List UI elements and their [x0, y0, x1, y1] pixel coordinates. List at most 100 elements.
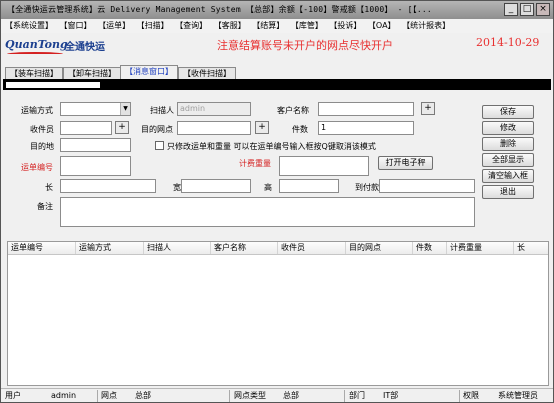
menu-bar: 【系统设置】 【窗口】 【运单】 【扫描】 【查询】 【客服】 【结算】 【库管… — [1, 19, 553, 33]
cod-label: 到付款 — [355, 183, 379, 192]
pieces-value: 1 — [321, 123, 327, 132]
menu-waybill[interactable]: 【运单】 — [98, 19, 130, 33]
transport-select[interactable]: ▼ — [60, 102, 131, 116]
status-perm-value: 系统管理员 — [498, 391, 538, 400]
column-header-waybill[interactable]: 运单编号 — [8, 242, 76, 254]
dest-point-label: 目的网点 — [141, 125, 173, 134]
column-header-weight[interactable]: 计费重量 — [447, 242, 514, 254]
menu-customer-service[interactable]: 【客服】 — [214, 19, 246, 33]
exit-button[interactable]: 退出 — [482, 185, 534, 199]
weight-label: 计费重量 — [239, 159, 271, 168]
message-bar — [3, 79, 551, 90]
menu-warehouse[interactable]: 【库管】 — [291, 19, 323, 33]
close-icon[interactable]: × — [536, 3, 550, 16]
table-header: 运单编号 运输方式 扫描人 客户名称 收件员 目的网点 件数 计费重量 长 — [8, 242, 548, 255]
status-point-type-value: 总部 — [283, 391, 299, 400]
add-dest-point-button[interactable]: + — [255, 121, 269, 134]
tab-unloading-scan[interactable]: 【卸车扫描】 — [63, 67, 121, 79]
courier-label: 收件员 — [30, 125, 54, 134]
notice-text: 注意结算账号未开户的网点尽快开户 — [217, 39, 393, 52]
courier-field[interactable] — [60, 121, 112, 135]
status-user-label: 用户 — [5, 391, 21, 400]
status-separator — [229, 390, 230, 402]
destination-field[interactable] — [60, 138, 131, 152]
dest-point-field[interactable] — [177, 121, 251, 135]
menu-oa[interactable]: 【OA】 — [368, 19, 396, 33]
weight-field[interactable] — [279, 156, 369, 176]
logo-text: QuanTong — [5, 38, 68, 51]
pieces-label: 件数 — [292, 125, 308, 134]
company-logo: QuanTong 全通快运 — [5, 36, 107, 60]
column-header-pieces[interactable]: 件数 — [413, 242, 447, 254]
scanner-field: admin — [177, 102, 251, 116]
save-button[interactable]: 保存 — [482, 105, 534, 119]
modify-only-label: 只修改运单和重量 可以在运单编号输入框按Q键取消该模式 — [167, 142, 376, 151]
destination-label: 目的地 — [30, 142, 54, 151]
column-header-length[interactable]: 长 — [514, 242, 548, 254]
customer-label: 客户名称 — [277, 106, 309, 115]
tab-loading-scan[interactable]: 【装车扫描】 — [5, 67, 63, 79]
menu-scan[interactable]: 【扫描】 — [137, 19, 169, 33]
status-dept-label: 部门 — [349, 391, 365, 400]
height-field[interactable] — [279, 179, 339, 193]
customer-field[interactable] — [318, 102, 414, 116]
maximize-icon[interactable]: □ — [520, 3, 534, 16]
column-header-customer[interactable]: 客户名称 — [211, 242, 278, 254]
status-separator — [97, 390, 98, 402]
add-courier-button[interactable]: + — [115, 121, 129, 134]
status-separator — [459, 390, 460, 402]
logo-swoosh — [7, 52, 63, 56]
main-window: 【全通快运云管理系统】云 Delivery Management System … — [0, 0, 554, 403]
column-header-transport[interactable]: 运输方式 — [76, 242, 144, 254]
banner: QuanTong 全通快运 注意结算账号未开户的网点尽快开户 2014-10-2… — [1, 33, 553, 65]
waybill-label: 运单编号 — [21, 163, 53, 172]
remark-field[interactable] — [60, 197, 475, 227]
remark-label: 备注 — [37, 202, 53, 211]
width-field[interactable] — [181, 179, 251, 193]
menu-reports[interactable]: 【统计报表】 — [402, 19, 450, 33]
height-label: 高 — [264, 183, 272, 192]
length-label: 长 — [45, 183, 53, 192]
tab-message-window[interactable]: 【消息窗口】 — [120, 65, 178, 80]
cod-field[interactable] — [379, 179, 475, 193]
scanner-label: 扫描人 — [150, 106, 174, 115]
menu-query[interactable]: 【查询】 — [175, 19, 207, 33]
show-all-button[interactable]: 全部显示 — [482, 153, 534, 167]
status-point-type-label: 网点类型 — [234, 391, 266, 400]
length-field[interactable] — [60, 179, 156, 193]
logo-chinese-text: 全通快运 — [65, 42, 105, 53]
status-bar: 用户 admin 网点 总部 网点类型 总部 部门 IT部 权限 系统管理员 — [1, 388, 553, 402]
modify-only-checkbox[interactable] — [155, 141, 164, 150]
column-header-courier[interactable]: 收件员 — [278, 242, 346, 254]
title-bar[interactable]: 【全通快运云管理系统】云 Delivery Management System … — [1, 1, 553, 19]
scan-records-table[interactable]: 运单编号 运输方式 扫描人 客户名称 收件员 目的网点 件数 计费重量 长 — [7, 241, 549, 386]
menu-window[interactable]: 【窗口】 — [60, 19, 92, 33]
notice-date: 2014-10-29 — [476, 36, 540, 49]
chevron-down-icon[interactable]: ▼ — [120, 103, 130, 115]
minimize-icon[interactable]: _ — [504, 3, 518, 16]
column-header-scanner[interactable]: 扫描人 — [144, 242, 211, 254]
pieces-field[interactable]: 1 — [318, 121, 414, 135]
status-user-value: admin — [51, 391, 77, 400]
clear-input-button[interactable]: 清空输入框 — [482, 169, 534, 183]
window-title: 【全通快运云管理系统】云 Delivery Management System … — [7, 5, 432, 14]
add-customer-button[interactable]: + — [421, 102, 435, 115]
menu-settlement[interactable]: 【结算】 — [252, 19, 284, 33]
open-scale-button[interactable]: 打开电子秤 — [378, 156, 433, 170]
status-perm-label: 权限 — [463, 391, 479, 400]
menu-system-settings[interactable]: 【系统设置】 — [5, 19, 53, 33]
transport-label: 运输方式 — [21, 106, 53, 115]
status-separator — [344, 390, 345, 402]
column-header-dest-point[interactable]: 目的网点 — [346, 242, 413, 254]
message-input[interactable] — [6, 82, 100, 88]
modify-button[interactable]: 修改 — [482, 121, 534, 135]
menu-complaint[interactable]: 【投诉】 — [329, 19, 361, 33]
status-point-value: 总部 — [135, 391, 151, 400]
tab-receiving-scan[interactable]: 【收件扫描】 — [178, 67, 236, 79]
status-point-label: 网点 — [101, 391, 117, 400]
width-label: 宽 — [173, 183, 181, 192]
status-dept-value: IT部 — [383, 391, 399, 400]
delete-button[interactable]: 删除 — [482, 137, 534, 151]
waybill-field[interactable] — [60, 156, 131, 176]
scanner-value: admin — [180, 104, 206, 113]
